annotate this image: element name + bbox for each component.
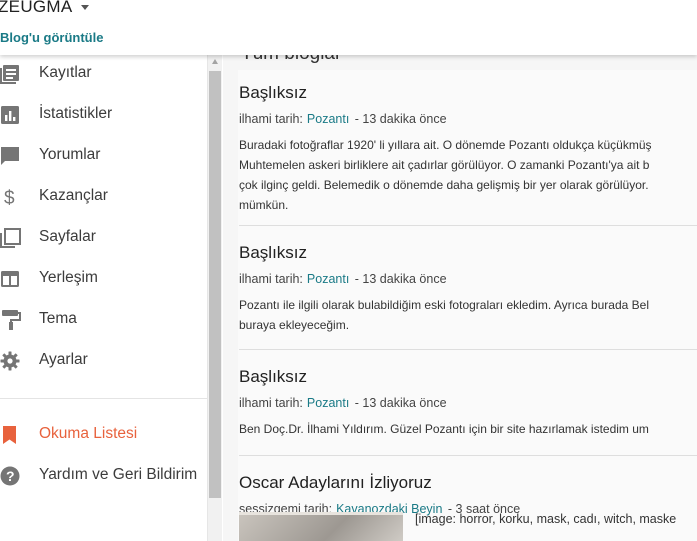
- post-divider: [239, 225, 697, 226]
- pages-icon: [0, 228, 21, 248]
- post-excerpt: Buradaki fotoğraflar 1920' li yıllara ai…: [239, 135, 697, 215]
- sidebar-item-label: Okuma Listesi: [39, 425, 138, 442]
- sidebar-item-stats[interactable]: İstatistikler: [0, 97, 207, 131]
- post-author: ilhami tarih:: [239, 396, 303, 410]
- excerpt-line: buraya ekleyeceğim.: [239, 318, 350, 332]
- sidebar: Kayıtlar İstatistikler Yorumlar $ Kazanç…: [0, 55, 207, 541]
- sidebar-item-label: Yardım ve Geri Bildirim: [39, 466, 198, 483]
- sidebar-item-label: Kazançlar: [39, 187, 108, 204]
- sidebar-item-label: İstatistikler: [39, 105, 113, 122]
- paint-roller-icon: [2, 310, 21, 330]
- posts-icon: [0, 65, 19, 84]
- comments-icon: [1, 147, 19, 165]
- layout-icon: [1, 271, 19, 287]
- post-title[interactable]: Oscar Adaylarını İzliyoruz: [239, 473, 697, 493]
- sidebar-item-label: Yerleşim: [39, 269, 98, 286]
- blog-link[interactable]: Pozantı: [307, 272, 349, 286]
- post-author: ilhami tarih:: [239, 272, 303, 286]
- excerpt-line: Ben Doç.Dr. İlhami Yıldırım. Güzel Pozan…: [239, 422, 649, 436]
- post-author: ilhami tarih:: [239, 112, 303, 126]
- sidebar-item-comments[interactable]: Yorumlar: [0, 138, 207, 172]
- sidebar-item-label: Ayarlar: [39, 351, 88, 368]
- post-meta: ilhami tarih: Pozantı - 13 dakika önce: [239, 396, 697, 410]
- sidebar-item-label: Kayıtlar: [39, 64, 92, 81]
- blog-name: ZEUGMA: [0, 0, 73, 16]
- sidebar-item-layout[interactable]: Yerleşim: [0, 261, 207, 295]
- post-excerpt: Ben Doç.Dr. İlhami Yıldırım. Güzel Pozan…: [239, 419, 697, 439]
- bookmark-icon: [3, 426, 16, 444]
- post-divider: [239, 455, 697, 456]
- scrollbar-thumb[interactable]: [209, 71, 221, 498]
- excerpt-line: Muhtemelen askeri birliklere ait çadırla…: [239, 158, 650, 172]
- stats-icon: [1, 106, 19, 124]
- scroll-up-arrow-icon[interactable]: [212, 59, 218, 64]
- list-item: Başlıksız ilhami tarih: Pozantı - 13 daki…: [239, 83, 697, 215]
- list-item: Başlıksız ilhami tarih: Pozantı - 13 daki…: [239, 243, 697, 335]
- svg-text:?: ?: [6, 468, 15, 484]
- sidebar-item-help[interactable]: ? Yardım ve Geri Bildirim: [0, 458, 207, 492]
- help-icon: ?: [0, 466, 20, 486]
- sidebar-item-label: Sayfalar: [39, 228, 96, 245]
- post-excerpt: Pozantı ile ilgili olarak bulabildiğim e…: [239, 295, 697, 335]
- post-meta: ilhami tarih: Pozantı - 13 dakika önce: [239, 272, 697, 286]
- excerpt-line: Buradaki fotoğraflar 1920' li yıllara ai…: [239, 138, 652, 152]
- page-title: Tüm bloglar: [241, 55, 341, 65]
- sidebar-item-reading-list[interactable]: Okuma Listesi: [0, 417, 207, 451]
- post-thumbnail[interactable]: [239, 512, 403, 541]
- gear-icon: [0, 351, 20, 371]
- blog-link[interactable]: Pozantı: [307, 396, 349, 410]
- post-divider: [239, 349, 697, 350]
- sidebar-item-settings[interactable]: Ayarlar: [0, 343, 207, 377]
- sidebar-item-label: Yorumlar: [39, 146, 101, 163]
- blog-link[interactable]: Pozantı: [307, 112, 349, 126]
- caret-down-icon: [80, 4, 89, 10]
- post-meta: ilhami tarih: Pozantı - 13 dakika önce: [239, 112, 697, 126]
- sidebar-item-label: Tema: [39, 310, 77, 327]
- post-title[interactable]: Başlıksız: [239, 243, 697, 263]
- list-item: Oscar Adaylarını İzliyoruz sessizgemi ta…: [239, 473, 697, 516]
- post-time: - 13 dakika önce: [354, 112, 447, 126]
- blogger-dashboard: ZEUGMA Blog'u görüntüle Kayıtlar İstatis…: [0, 0, 697, 541]
- sidebar-item-pages[interactable]: Sayfalar: [0, 220, 207, 254]
- svg-text:$: $: [4, 188, 15, 207]
- sidebar-item-earnings[interactable]: $ Kazançlar: [0, 179, 207, 213]
- sidebar-divider: [0, 398, 207, 399]
- blog-selector[interactable]: ZEUGMA: [0, 0, 89, 17]
- post-title[interactable]: Başlıksız: [239, 83, 697, 103]
- excerpt-line: Pozantı ile ilgili olarak bulabildiğim e…: [239, 298, 649, 312]
- post-time: - 13 dakika önce: [354, 396, 447, 410]
- sidebar-scrollbar[interactable]: [207, 55, 222, 541]
- sidebar-item-theme[interactable]: Tema: [0, 302, 207, 336]
- post-snippet: [image: horror, korku, mask, cadı, witch…: [415, 512, 677, 526]
- sidebar-item-posts[interactable]: Kayıtlar: [0, 56, 207, 90]
- excerpt-line: çok ilginç geldi. Belemedik o dönemde da…: [239, 178, 649, 192]
- excerpt-line: mümkün.: [239, 198, 289, 212]
- view-blog-link[interactable]: Blog'u görüntüle: [0, 30, 103, 45]
- post-title[interactable]: Başlıksız: [239, 367, 697, 387]
- post-time: - 13 dakika önce: [354, 272, 447, 286]
- list-item: Başlıksız ilhami tarih: Pozantı - 13 daki…: [239, 367, 697, 439]
- dollar-icon: $: [4, 188, 15, 207]
- main-content: Tüm bloglar Başlıksız ilhami tarih: Pozan…: [223, 55, 697, 541]
- top-header: ZEUGMA Blog'u görüntüle: [0, 0, 697, 55]
